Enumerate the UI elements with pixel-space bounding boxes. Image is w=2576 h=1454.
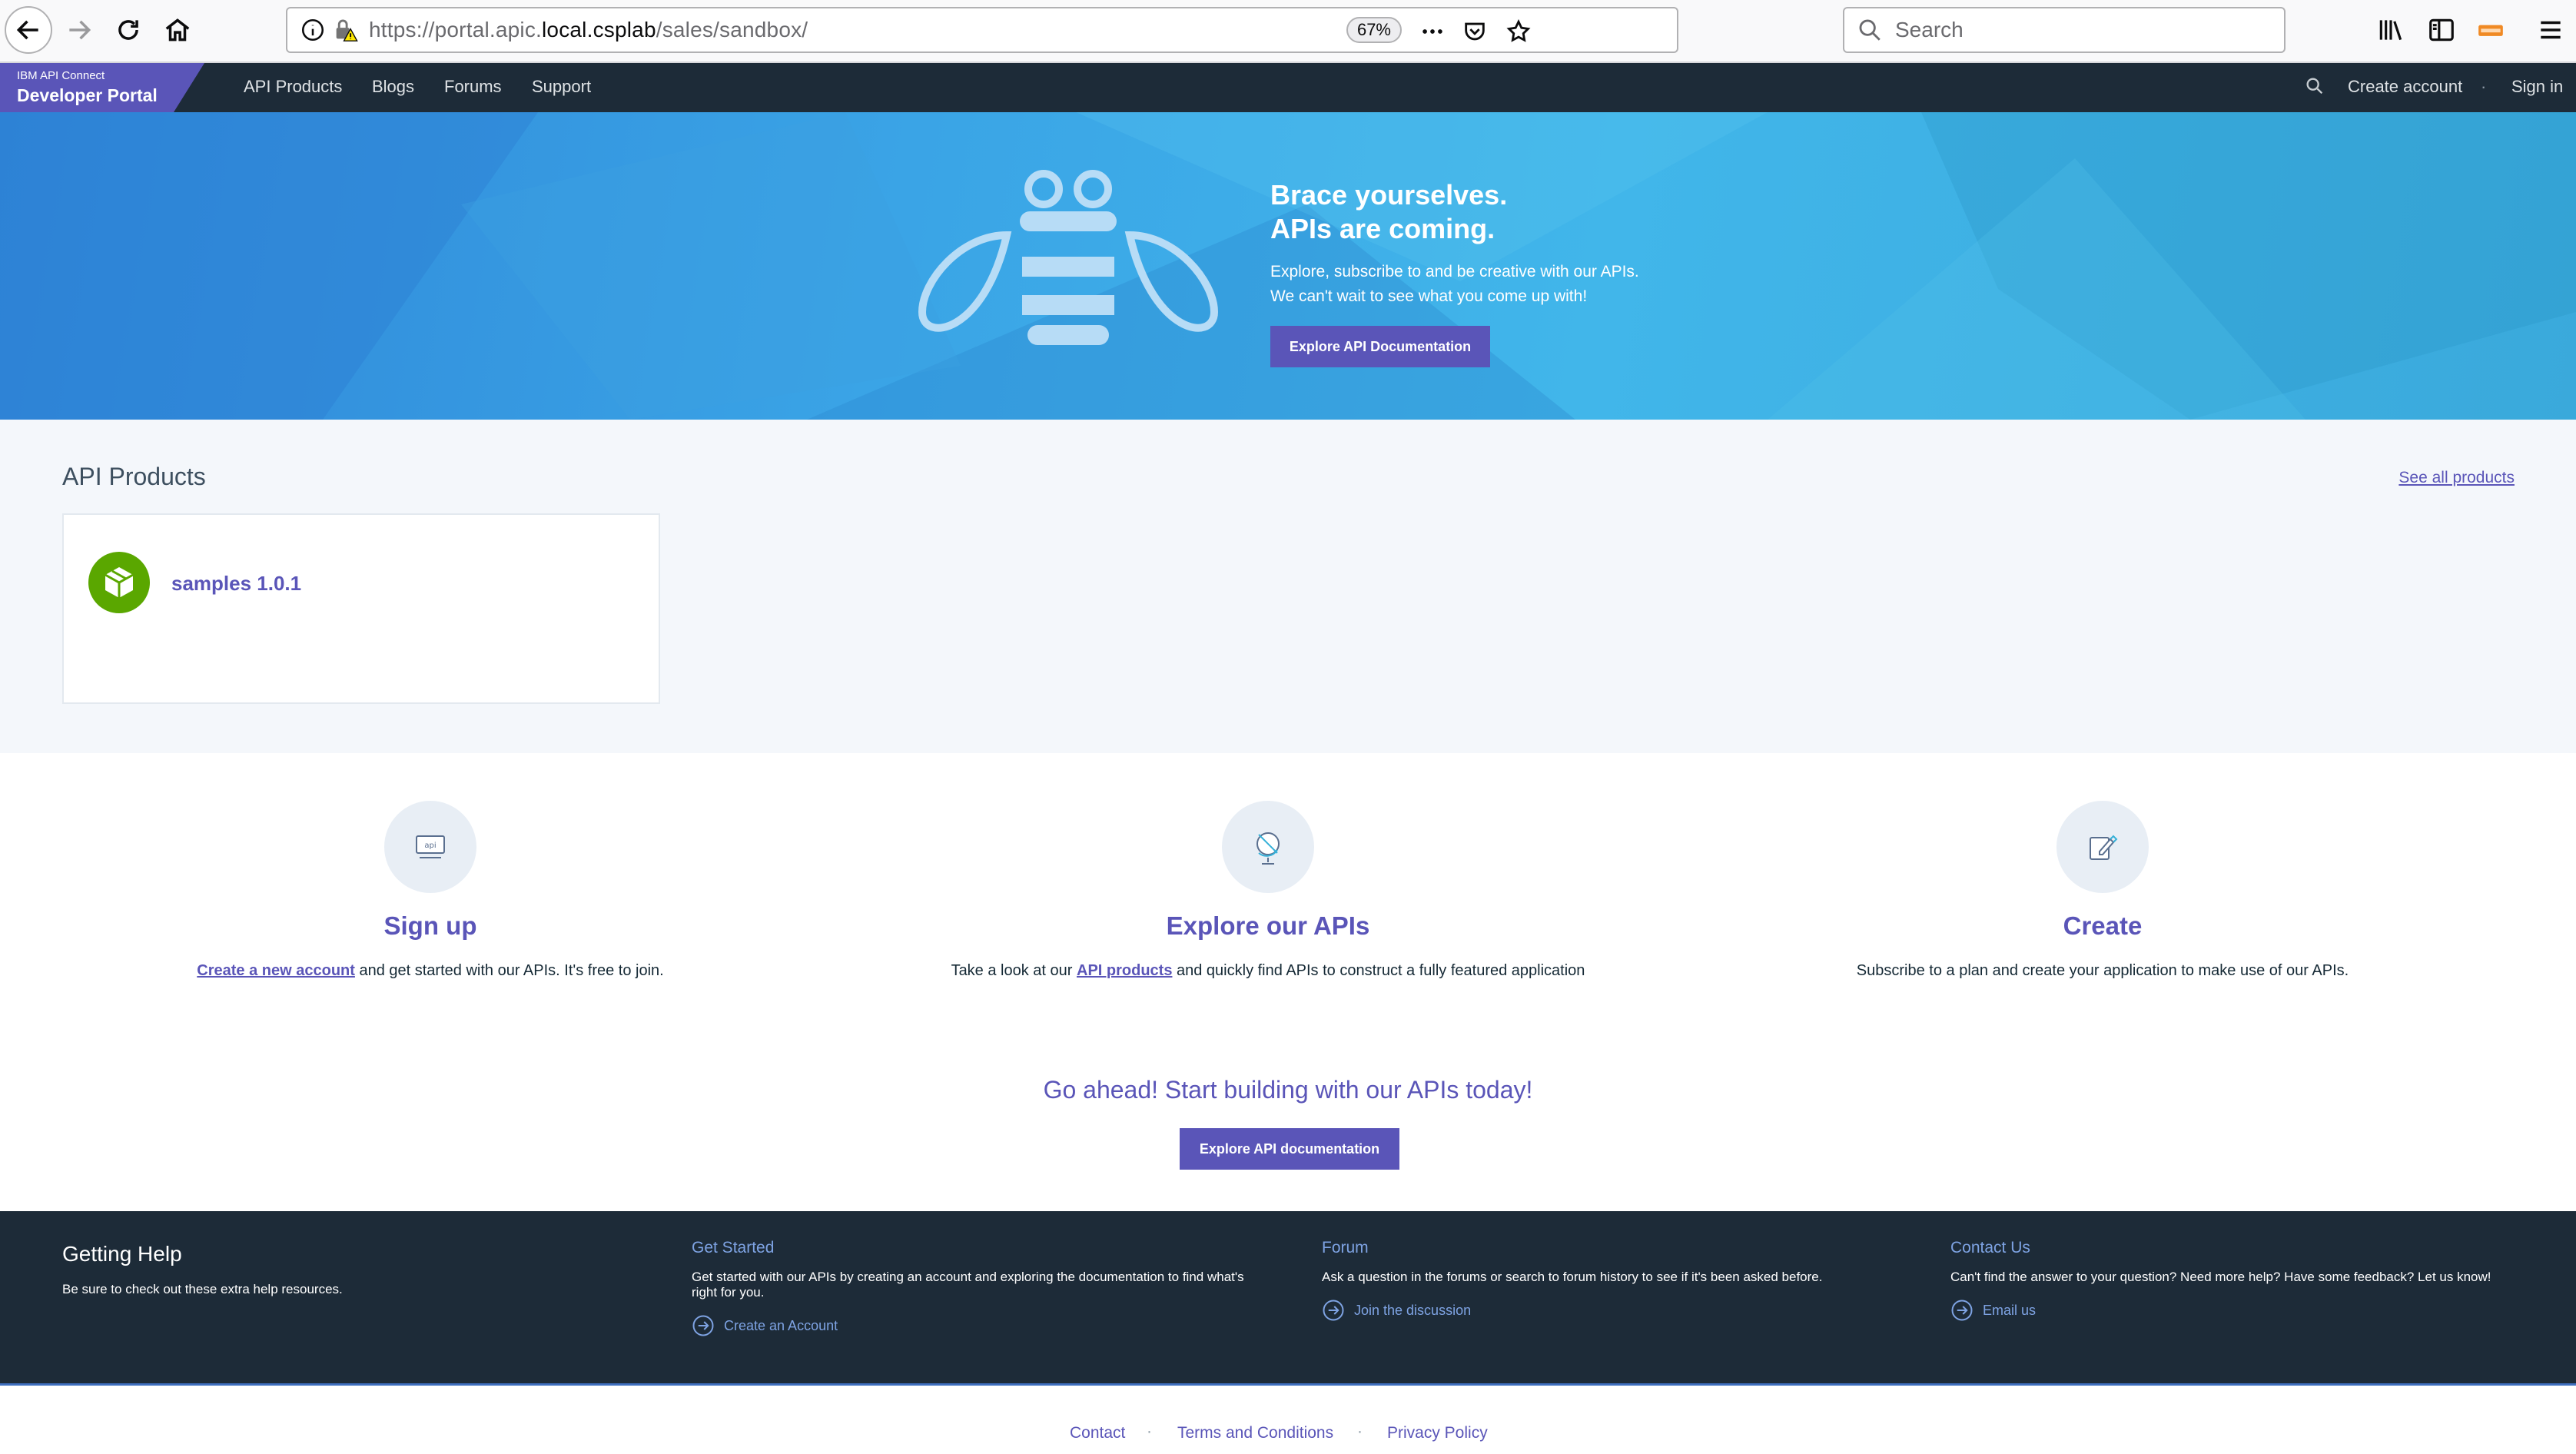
help-column-title: Get Started [692, 1239, 775, 1256]
arrow-circle-icon [1323, 1300, 1344, 1321]
help-column-title: Forum [1322, 1239, 1369, 1256]
help-link-label: Create an Account [724, 1317, 838, 1333]
getting-help-subtitle: Be sure to check out these extra help re… [62, 1282, 343, 1296]
brand-product-name: IBM API Connect [17, 69, 105, 82]
explore-api-documentation-cta-button[interactable]: Explore API documentation [1180, 1128, 1399, 1170]
nav-link-api-products[interactable]: API Products [244, 77, 342, 97]
getting-help-title: Getting Help [62, 1242, 182, 1266]
url-host: local.csplab [542, 18, 656, 41]
features-section: api Sign up Create a new account and get… [0, 753, 2576, 1211]
hero-title: Brace yourselves. APIs are coming. [1270, 179, 1508, 244]
nav-link-blogs[interactable]: Blogs [372, 77, 414, 97]
api-card-icon: api [384, 801, 476, 893]
home-icon [165, 18, 190, 41]
footer-link-privacy[interactable]: Privacy Policy [1387, 1424, 1488, 1442]
product-name-link[interactable]: samples 1.0.1 [171, 572, 301, 596]
nav-separator: · [2481, 77, 2487, 96]
help-link-label: Email us [1983, 1302, 2037, 1318]
api-products-section: API Products See all products samples 1.… [0, 420, 2576, 753]
hamburger-menu-icon[interactable] [2536, 15, 2567, 46]
page-footer: Contact · Terms and Conditions · Privacy… [0, 1383, 2576, 1454]
reload-icon [118, 20, 138, 40]
hero-banner: Brace yourselves. APIs are coming. Explo… [0, 112, 2576, 420]
search-icon [1859, 19, 1881, 41]
getting-help-section: Getting Help Be sure to check out these … [0, 1211, 2576, 1383]
feature-text: and quickly find APIs to construct a ful… [1172, 962, 1585, 979]
globe-icon [1222, 801, 1314, 893]
footer-separator: · [1357, 1422, 1363, 1440]
feature-explore-apis: Explore our APIs Take a look at our API … [884, 801, 1652, 980]
brand-portal-name: Developer Portal [17, 85, 158, 105]
bee-mascot-logo [918, 170, 1219, 345]
home-button[interactable] [154, 6, 201, 54]
url-path: /sales/sandbox/ [656, 18, 808, 41]
feature-create: Create Subscribe to a plan and create yo… [1718, 801, 2487, 980]
help-column-title: Contact Us [1950, 1239, 2030, 1256]
help-column-forum: Forum Ask a question in the forums or se… [1322, 1239, 1891, 1322]
nav-link-support[interactable]: Support [532, 77, 591, 97]
sign-in-link[interactable]: Sign in [2511, 77, 2563, 97]
create-new-account-link[interactable]: Create a new account [197, 962, 355, 979]
api-products-link[interactable]: API products [1077, 962, 1172, 979]
explore-api-documentation-button[interactable]: Explore API Documentation [1270, 326, 1490, 367]
feature-description: Take a look at our API products and quic… [884, 962, 1652, 980]
reload-button[interactable] [105, 6, 152, 54]
search-placeholder: Search [1895, 18, 1964, 41]
feature-title: Create [2063, 911, 2143, 940]
hero-description: Explore, subscribe to and be creative wi… [1270, 263, 1639, 305]
arrow-right-icon [69, 20, 91, 40]
extension-icon[interactable] [2476, 15, 2507, 46]
back-button[interactable] [5, 6, 52, 54]
help-column-description: Ask a question in the forums or search t… [1322, 1270, 1823, 1284]
sidebar-toggle-icon[interactable] [2427, 15, 2458, 46]
product-card[interactable]: samples 1.0.1 [62, 513, 660, 704]
feature-description: Create a new account and get started wit… [46, 962, 815, 980]
insecure-lock-icon[interactable] [332, 17, 358, 43]
url-text: https://portal.apic.local.csplab/sales/s… [369, 18, 808, 42]
nav-link-forums[interactable]: Forums [444, 77, 502, 97]
more-actions-icon[interactable] [1419, 18, 1446, 45]
help-column-contact-us: Contact Us Can't find the answer to your… [1950, 1239, 2519, 1322]
see-all-products-link[interactable]: See all products [2398, 469, 2515, 487]
portal-header: IBM API Connect Developer Portal API Pro… [0, 63, 2576, 112]
portal-brand-logo[interactable]: IBM API Connect Developer Portal [0, 63, 204, 112]
feature-title: Sign up [383, 911, 477, 940]
arrow-circle-icon [1951, 1300, 1973, 1321]
create-an-account-link[interactable]: Create an Account [692, 1314, 1260, 1337]
svg-text:api: api [424, 842, 436, 850]
create-account-link[interactable]: Create account [2348, 77, 2462, 97]
help-link-label: Join the discussion [1354, 1302, 1472, 1318]
cta-title: Go ahead! Start building with our APIs t… [1043, 1076, 1533, 1104]
help-column-description: Get started with our APIs by creating an… [692, 1270, 1244, 1300]
browser-toolbar: https://portal.apic.local.csplab/sales/s… [0, 0, 2576, 63]
feature-title: Explore our APIs [1166, 911, 1370, 940]
library-icon[interactable] [2376, 15, 2407, 46]
api-products-title: API Products [62, 463, 206, 490]
forward-button[interactable] [55, 6, 103, 54]
help-column-description: Can't find the answer to your question? … [1950, 1270, 2491, 1284]
info-icon[interactable] [300, 17, 326, 43]
address-bar[interactable]: https://portal.apic.local.csplab/sales/s… [286, 7, 1678, 53]
feature-text: and get started with our APIs. It's free… [354, 962, 664, 979]
bookmark-star-icon[interactable] [1505, 18, 1532, 45]
feature-text-prefix: Take a look at our [951, 962, 1077, 979]
footer-link-terms[interactable]: Terms and Conditions [1177, 1424, 1333, 1442]
join-the-discussion-link[interactable]: Join the discussion [1322, 1299, 1891, 1322]
footer-link-contact[interactable]: Contact [1070, 1424, 1125, 1442]
pocket-icon[interactable] [1461, 18, 1489, 45]
search-icon[interactable] [2304, 75, 2325, 97]
zoom-level-badge[interactable]: 67% [1346, 17, 1402, 43]
edit-document-icon [2056, 801, 2149, 893]
feature-sign-up: api Sign up Create a new account and get… [46, 801, 815, 980]
browser-search-bar[interactable]: Search [1843, 7, 2286, 53]
help-column-get-started: Get Started Get started with our APIs by… [692, 1239, 1260, 1337]
email-us-link[interactable]: Email us [1950, 1299, 2519, 1322]
arrow-circle-icon [692, 1315, 714, 1336]
footer-separator: · [1147, 1422, 1152, 1440]
arrow-left-icon [16, 20, 38, 40]
feature-description: Subscribe to a plan and create your appl… [1856, 962, 2349, 979]
product-package-icon [88, 552, 150, 613]
url-prefix: https://portal.apic. [369, 18, 543, 41]
